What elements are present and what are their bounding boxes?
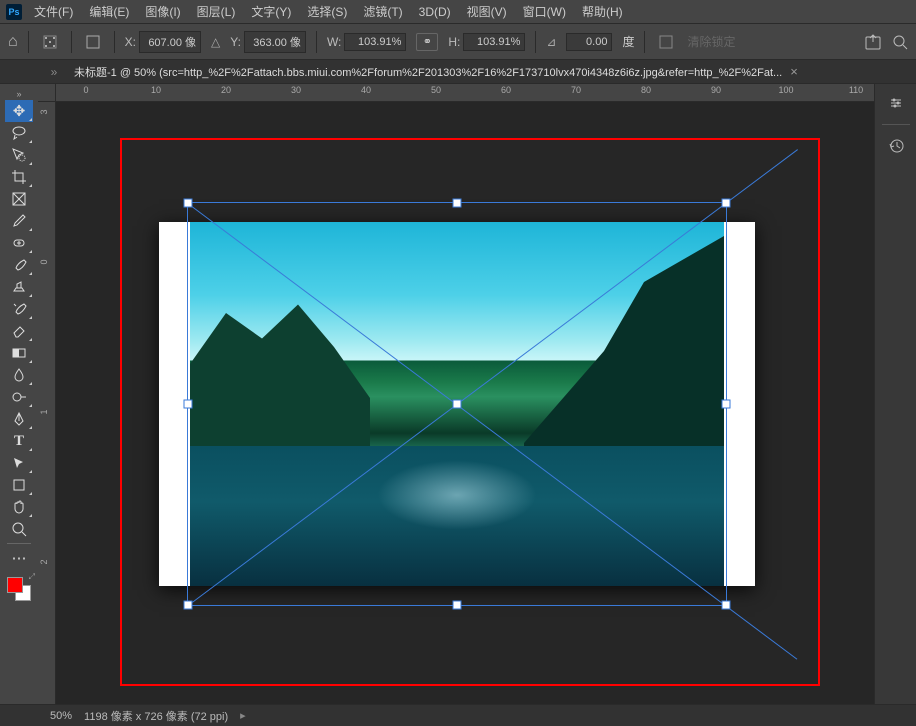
transform-handle-n[interactable] bbox=[453, 199, 462, 208]
h-field[interactable]: H: 103.91% bbox=[448, 33, 525, 51]
menu-image[interactable]: 图像(I) bbox=[141, 1, 184, 22]
right-panel-dock bbox=[874, 84, 916, 704]
menu-bar: Ps 文件(F) 编辑(E) 图像(I) 图层(L) 文字(Y) 选择(S) 滤… bbox=[0, 0, 916, 24]
w-label: W: bbox=[327, 35, 341, 49]
transform-handle-se[interactable] bbox=[722, 601, 731, 610]
gradient-tool[interactable] bbox=[5, 342, 33, 364]
ruler-horizontal[interactable]: 0102030405060708090100110 bbox=[56, 84, 874, 102]
eraser-tool[interactable] bbox=[5, 320, 33, 342]
transform-ref-icon[interactable] bbox=[39, 31, 61, 53]
blur-tool[interactable] bbox=[5, 364, 33, 386]
brush-tool[interactable] bbox=[5, 254, 33, 276]
path-select-tool[interactable] bbox=[5, 452, 33, 474]
angle-unit: 度 bbox=[622, 33, 634, 50]
search-icon[interactable] bbox=[892, 34, 908, 50]
quick-select-tool[interactable] bbox=[5, 144, 33, 166]
swap-colors-icon[interactable]: ⤢ bbox=[29, 572, 35, 582]
dodge-tool[interactable] bbox=[5, 386, 33, 408]
menu-layer[interactable]: 图层(L) bbox=[193, 1, 240, 22]
transform-bounding-box[interactable] bbox=[187, 202, 727, 606]
link-aspect-icon[interactable]: ⚭ bbox=[416, 33, 438, 51]
properties-panel-icon[interactable] bbox=[881, 90, 911, 116]
ruler-origin[interactable] bbox=[38, 84, 56, 102]
crop-tool[interactable] bbox=[5, 166, 33, 188]
share-icon[interactable] bbox=[864, 33, 882, 51]
edit-toolbar-icon[interactable]: ⋯ bbox=[5, 547, 33, 569]
transform-handle-nw[interactable] bbox=[184, 199, 193, 208]
frame-tool[interactable] bbox=[5, 188, 33, 210]
menu-window[interactable]: 窗口(W) bbox=[519, 1, 570, 22]
x-label: X: bbox=[125, 35, 136, 49]
clear-lock-label[interactable]: 清除锁定 bbox=[687, 33, 735, 50]
transform-handle-ne[interactable] bbox=[722, 199, 731, 208]
h-value[interactable]: 103.91% bbox=[463, 33, 525, 51]
menu-help[interactable]: 帮助(H) bbox=[578, 1, 627, 22]
w-value[interactable]: 103.91% bbox=[344, 33, 406, 51]
menu-view[interactable]: 视图(V) bbox=[463, 1, 511, 22]
tools-panel: » ✥ T ⋯ ⤢ bbox=[0, 84, 38, 704]
document-tab-bar: » 未标题-1 @ 50% (src=http_%2F%2Fattach.bbs… bbox=[0, 60, 916, 84]
y-value[interactable]: 363.00 像 bbox=[244, 31, 306, 53]
zoom-level[interactable]: 50% bbox=[50, 710, 72, 722]
x-value[interactable]: 607.00 像 bbox=[139, 31, 201, 53]
history-brush-tool[interactable] bbox=[5, 298, 33, 320]
app-logo: Ps bbox=[6, 4, 22, 20]
history-panel-icon[interactable] bbox=[881, 133, 911, 159]
pen-tool[interactable] bbox=[5, 408, 33, 430]
status-menu-icon[interactable]: ▸ bbox=[240, 709, 246, 722]
shape-tool[interactable] bbox=[5, 474, 33, 496]
menu-filter[interactable]: 滤镜(T) bbox=[359, 1, 406, 22]
x-field[interactable]: X: 607.00 像 bbox=[125, 31, 201, 53]
transform-handle-s[interactable] bbox=[453, 601, 462, 610]
hand-tool[interactable] bbox=[5, 496, 33, 518]
type-tool[interactable]: T bbox=[5, 430, 33, 452]
angle-value[interactable]: 0.00 bbox=[566, 33, 612, 51]
y-field[interactable]: Y: 363.00 像 bbox=[230, 31, 306, 53]
h-label: H: bbox=[448, 35, 460, 49]
menu-select[interactable]: 选择(S) bbox=[303, 1, 351, 22]
transform-handle-center[interactable] bbox=[453, 400, 462, 409]
document-title: 未标题-1 @ 50% (src=http_%2F%2Fattach.bbs.m… bbox=[74, 64, 782, 80]
move-tool[interactable]: ✥ bbox=[5, 100, 33, 122]
transform-handle-sw[interactable] bbox=[184, 601, 193, 610]
w-field[interactable]: W: 103.91% bbox=[327, 33, 406, 51]
angle-icon: ⊿ bbox=[546, 35, 556, 49]
ruler-vertical[interactable]: 30123 bbox=[38, 102, 56, 704]
interpolation-icon[interactable] bbox=[655, 31, 677, 53]
color-swatches[interactable]: ⤢ bbox=[5, 575, 33, 603]
delta-icon[interactable]: △ bbox=[211, 35, 220, 49]
eyedropper-tool[interactable] bbox=[5, 210, 33, 232]
transform-handle-w[interactable] bbox=[184, 400, 193, 409]
menu-3d[interactable]: 3D(D) bbox=[415, 3, 455, 21]
zoom-tool[interactable] bbox=[5, 518, 33, 540]
status-bar: 50% 1198 像素 x 726 像素 (72 ppi) ▸ bbox=[0, 704, 916, 726]
options-bar: ⌂ X: 607.00 像 △ Y: 363.00 像 W: 103.91% ⚭… bbox=[0, 24, 916, 60]
document-tab[interactable]: 未标题-1 @ 50% (src=http_%2F%2Fattach.bbs.m… bbox=[64, 61, 808, 83]
healing-brush-tool[interactable] bbox=[5, 232, 33, 254]
menu-file[interactable]: 文件(F) bbox=[30, 1, 77, 22]
canvas-area[interactable]: 0102030405060708090100110 30123 bbox=[38, 84, 874, 704]
clone-stamp-tool[interactable] bbox=[5, 276, 33, 298]
document-dimensions[interactable]: 1198 像素 x 726 像素 (72 ppi) bbox=[84, 708, 228, 724]
close-tab-icon[interactable]: × bbox=[790, 64, 798, 79]
expand-tools-icon[interactable]: » bbox=[0, 88, 38, 100]
menu-type[interactable]: 文字(Y) bbox=[247, 1, 295, 22]
home-icon[interactable]: ⌂ bbox=[8, 33, 18, 51]
bounding-box-icon[interactable] bbox=[82, 31, 104, 53]
menu-edit[interactable]: 编辑(E) bbox=[85, 1, 133, 22]
transform-handle-e[interactable] bbox=[722, 400, 731, 409]
lasso-tool[interactable] bbox=[5, 122, 33, 144]
y-label: Y: bbox=[230, 35, 241, 49]
collapse-panels-icon[interactable]: » bbox=[44, 65, 64, 79]
foreground-color[interactable] bbox=[7, 577, 23, 593]
